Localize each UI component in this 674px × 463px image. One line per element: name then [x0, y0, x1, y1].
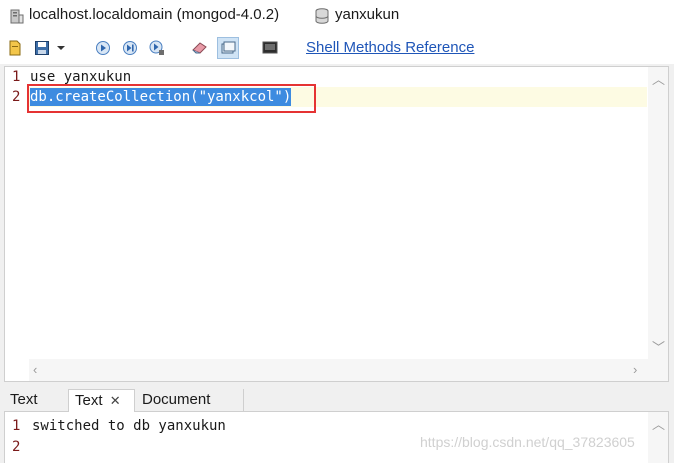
query-editor[interactable]: 1 2 use yanxukun db.createCollection("ya… [4, 66, 669, 382]
database-label[interactable]: yanxukun [335, 6, 399, 23]
scroll-down-icon[interactable]: ﹀ [652, 341, 665, 354]
shell-methods-reference-link[interactable]: Shell Methods Reference [306, 39, 474, 56]
explain-button[interactable] [146, 37, 168, 59]
execute-current-icon [123, 41, 137, 55]
line-number-gutter: 1 2 [5, 67, 29, 359]
vertical-scrollbar[interactable]: ︿ ﹀ [648, 67, 668, 359]
result-tabs: Text Text ✕ Document [4, 389, 669, 413]
open-file-button[interactable] [4, 37, 26, 59]
line-number: 2 [12, 439, 21, 455]
explain-icon [149, 40, 164, 55]
dropdown-arrow-icon [57, 46, 65, 50]
output-vertical-scrollbar[interactable]: ︿ [648, 412, 668, 463]
line-number: 1 [12, 69, 21, 85]
tab-label: Text [75, 392, 103, 409]
save-button[interactable] [31, 37, 53, 59]
connection-breadcrumb: localhost.localdomain (mongod-4.0.2) yan… [0, 0, 674, 34]
save-dropdown-button[interactable] [54, 37, 68, 59]
tab-label: Document [142, 391, 211, 408]
open-file-icon [9, 40, 21, 56]
scrollbar-corner [648, 359, 668, 381]
database-icon [315, 8, 329, 24]
output-line: switched to db yanxukun [32, 418, 226, 434]
eraser-icon [192, 42, 207, 54]
tab-document[interactable]: Document [136, 389, 243, 412]
host-label[interactable]: localhost.localdomain (mongod-4.0.2) [29, 6, 279, 23]
result-mode-icon [221, 41, 236, 54]
tab-label: Text [10, 391, 38, 408]
scroll-up-icon[interactable]: ︿ [652, 418, 665, 431]
server-icon [10, 9, 24, 24]
execute-icon [96, 41, 110, 55]
tab-text-1[interactable]: Text [4, 389, 67, 412]
line-number: 2 [12, 89, 21, 105]
console-icon [262, 41, 278, 54]
shell-toolbar: Shell Methods Reference [0, 34, 674, 64]
save-icon [35, 41, 49, 55]
line-number: 1 [12, 418, 21, 434]
scroll-left-icon[interactable]: ‹ [33, 363, 37, 376]
result-mode-toggle[interactable] [217, 37, 239, 59]
execute-current-button[interactable] [119, 37, 141, 59]
execute-button[interactable] [92, 37, 114, 59]
clear-button[interactable] [189, 37, 211, 59]
scroll-right-icon[interactable]: › [633, 363, 637, 376]
code-line[interactable]: use yanxukun [30, 69, 131, 85]
watermark: https://blog.csdn.net/qq_37823605 [420, 434, 635, 450]
horizontal-scrollbar[interactable]: ‹ › [29, 359, 648, 381]
tab-divider [243, 389, 244, 411]
console-button[interactable] [259, 37, 281, 59]
highlight-annotation-box [27, 84, 316, 113]
scroll-up-icon[interactable]: ︿ [652, 73, 665, 86]
close-icon[interactable]: ✕ [110, 393, 121, 408]
tab-text-2[interactable]: Text ✕ [68, 389, 135, 413]
